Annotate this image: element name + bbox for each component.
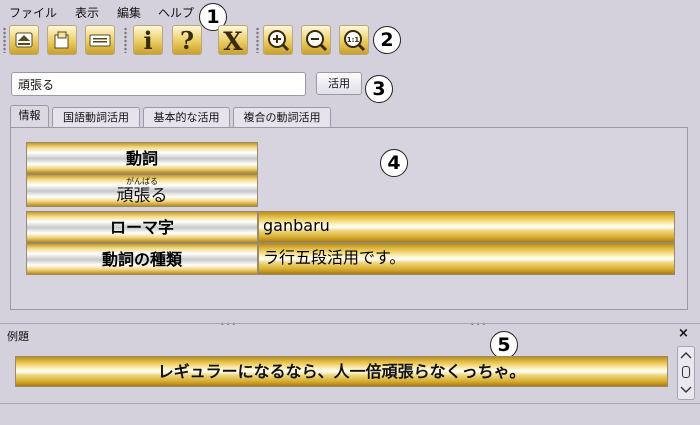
- verb-type-header: 動詞の種類: [26, 243, 258, 275]
- help-icon: ?: [180, 26, 194, 55]
- help-button[interactable]: ?: [172, 25, 202, 55]
- menu-help[interactable]: ヘルプ: [158, 4, 194, 21]
- verb-header: 動詞: [26, 142, 258, 174]
- scroll-control[interactable]: [677, 346, 695, 400]
- zoom-in-icon: [268, 30, 290, 52]
- eject-button[interactable]: [9, 25, 39, 55]
- zoom-in-button[interactable]: [263, 25, 293, 55]
- tab-basic-conjugation[interactable]: 基本的な活用: [143, 107, 230, 127]
- close-icon[interactable]: ×: [678, 326, 689, 341]
- splitter-grip-left[interactable]: •••: [220, 320, 237, 329]
- bottom-divider: [0, 403, 700, 404]
- verb-type-value: ラ行五段活用です。: [258, 243, 675, 275]
- tab-info[interactable]: 情報: [10, 105, 49, 128]
- callout-2: 2: [373, 26, 401, 54]
- verb-input[interactable]: [11, 72, 306, 96]
- romaji-value: ganbaru: [258, 211, 675, 243]
- copy-icon: [54, 31, 69, 49]
- tab-compound-conjugation[interactable]: 複合の動詞活用: [233, 107, 331, 127]
- callout-4: 4: [380, 149, 408, 177]
- keyboard-icon: [89, 34, 111, 47]
- svg-text:?: ?: [180, 26, 194, 54]
- exit-button[interactable]: X: [218, 25, 248, 56]
- conjugate-button[interactable]: 活用: [316, 72, 362, 95]
- romaji-header: ローマ字: [26, 211, 258, 243]
- info-button[interactable]: i: [133, 25, 163, 55]
- splitter[interactable]: [0, 323, 700, 324]
- menu-edit[interactable]: 編集: [117, 4, 141, 21]
- zoom-reset-button[interactable]: 1:1: [339, 25, 369, 55]
- toolbar: i ? X 1:1: [0, 22, 700, 60]
- zoom-out-icon: [306, 30, 328, 52]
- svg-text:i: i: [143, 26, 152, 54]
- examples-label: 例題: [7, 330, 29, 343]
- copy-button[interactable]: [47, 25, 77, 55]
- example-sentence: レギュラーになるなら、人一倍頑張らなくっちゃ。: [15, 356, 668, 387]
- callout-5: 5: [490, 331, 518, 359]
- keyboard-button[interactable]: [85, 25, 115, 55]
- chevron-up-icon: [680, 352, 692, 359]
- svg-text:X: X: [223, 27, 243, 54]
- menu-file[interactable]: ファイル: [9, 4, 57, 21]
- verb-kanji: 頑張る: [116, 186, 168, 206]
- tab-japanese-conjugation[interactable]: 国語動詞活用: [52, 107, 140, 127]
- zoom-reset-icon: 1:1: [344, 30, 366, 52]
- scroll-handle[interactable]: [682, 366, 690, 378]
- eject-icon: [15, 32, 33, 48]
- verb-cell: がんばる 頑張る: [26, 174, 258, 207]
- menu-bar: ファイル 表示 編集 ヘルプ: [0, 0, 700, 22]
- menu-view[interactable]: 表示: [75, 4, 99, 21]
- verb-furigana: がんばる: [126, 177, 158, 186]
- info-icon: i: [143, 26, 152, 55]
- chevron-down-icon: [680, 386, 692, 393]
- zoom-out-button[interactable]: [301, 25, 331, 55]
- splitter-grip-right[interactable]: •••: [470, 320, 487, 329]
- close-x-icon: X: [223, 27, 243, 56]
- callout-3: 3: [365, 75, 393, 103]
- svg-text:1:1: 1:1: [347, 36, 360, 44]
